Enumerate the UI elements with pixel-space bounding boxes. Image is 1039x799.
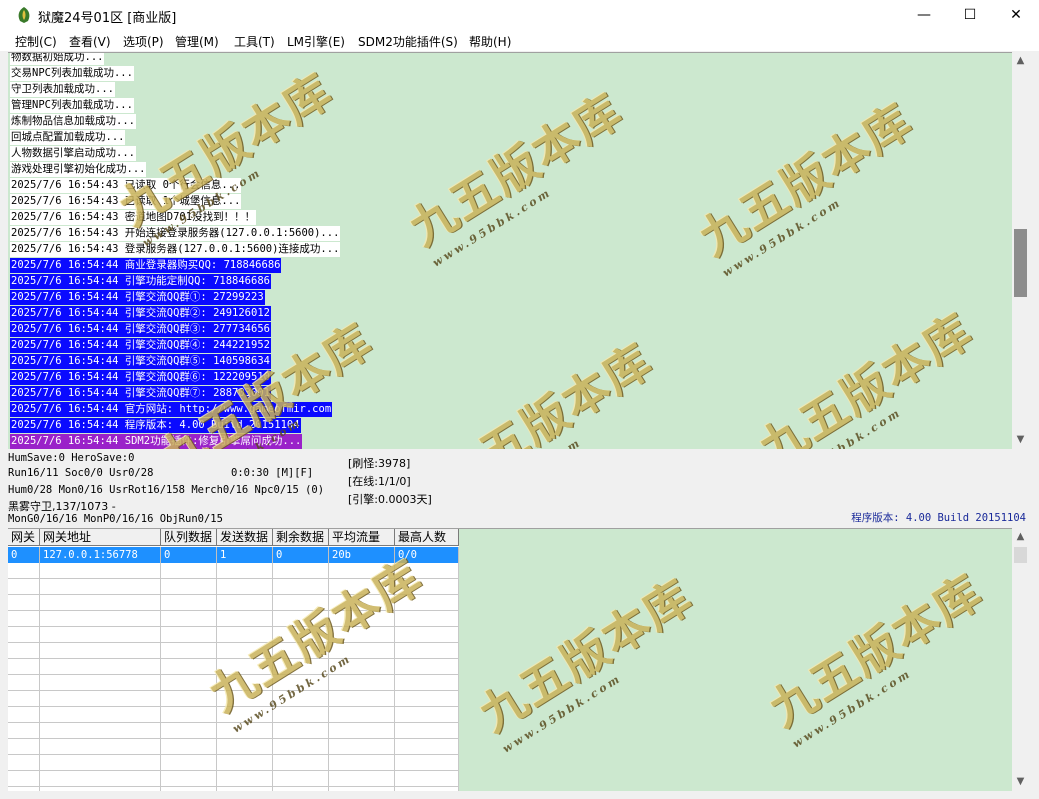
window-title: 狱魔24号01区 [商业版] [38, 11, 177, 26]
scroll-thumb[interactable] [1014, 547, 1027, 563]
engine-status: [引擎:0.0003天] [348, 493, 432, 506]
menu-options[interactable]: 选项(P) [123, 33, 164, 50]
log-line: 守卫列表加载成功... [10, 82, 115, 97]
menu-sdm2-plugin[interactable]: SDM2功能插件(S) [358, 33, 458, 50]
log-panel[interactable]: 物数据初始成功... 交易NPC列表加载成功... 守卫列表加载成功... 管理… [8, 52, 1012, 449]
scroll-up-icon[interactable]: ▲ [1012, 528, 1029, 545]
column-header[interactable]: 平均流量 [329, 529, 395, 546]
log-line: 2025/7/6 16:54:43 登录服务器(127.0.0.1:5600)连… [10, 242, 341, 257]
column-header[interactable]: 网关 [8, 529, 40, 546]
log-line: 2025/7/6 16:54:44 商业登录器购买QQ: 718846686 [10, 258, 282, 273]
menu-help[interactable]: 帮助(H) [469, 33, 511, 50]
table-cell: 0 [8, 547, 40, 563]
program-version: 程序版本: 4.00 Build 20151104 [851, 512, 1026, 524]
watermark: 九五版本库 www.95bbk.com [760, 564, 993, 751]
close-icon: ✕ [1010, 7, 1022, 23]
menu-manage[interactable]: 管理(M) [175, 33, 219, 50]
log-line: 2025/7/6 16:54:44 引擎交流QQ群②: 249126012 [10, 306, 271, 321]
scroll-down-icon[interactable]: ▼ [1012, 773, 1029, 790]
refresh-monster-status: [刷怪:3978] [348, 457, 411, 470]
run-status: Run16/11 Soc0/0 Usr0/28 [8, 467, 154, 479]
log-line: 2025/7/6 16:54:44 引擎交流QQ群③: 277734656 [10, 322, 271, 337]
status-panel: HumSave:0 HeroSave:0 Run16/11 Soc0/0 Usr… [8, 450, 1030, 527]
column-header[interactable]: 队列数据 [161, 529, 217, 546]
scroll-thumb[interactable] [1014, 229, 1027, 297]
log-line: 2025/7/6 16:54:44 引擎交流QQ群①: 27299223 [10, 290, 265, 305]
log-line: 2025/7/6 16:54:44 引擎交流QQ群④: 244221952 [10, 338, 271, 353]
scroll-down-icon[interactable]: ▼ [1012, 431, 1029, 448]
table-cell: 127.0.0.1:56778 [40, 547, 161, 563]
title-bar[interactable]: 狱魔24号01区 [商业版] — ☐ ✕ [0, 0, 1039, 30]
close-button[interactable]: ✕ [993, 0, 1039, 30]
log-line: 2025/7/6 16:54:44 引擎交流QQ群⑤: 140598634 [10, 354, 271, 369]
watermark: 九五版本库 www.95bbk.com [400, 83, 633, 270]
column-divider [39, 563, 40, 791]
log-line: 管理NPC列表加载成功... [10, 98, 134, 113]
log-scrollbar[interactable]: ▲ ▼ [1012, 52, 1029, 448]
table-cell: 0 [273, 547, 329, 563]
maximize-icon: ☐ [963, 7, 977, 23]
column-divider [160, 563, 161, 791]
column-header[interactable]: 最高人数 [395, 529, 459, 546]
mon-status: MonG0/16/16 MonP0/16/16 ObjRun0/15 [8, 513, 223, 525]
save-status: HumSave:0 HeroSave:0 [8, 452, 135, 464]
minimize-icon: — [917, 7, 931, 23]
menu-lm-engine[interactable]: LM引擎(E) [287, 33, 345, 50]
log-line: 交易NPC列表加载成功... [10, 66, 134, 81]
online-status: [在线:1/1/0] [348, 475, 411, 488]
grid-scrollbar[interactable]: ▲ ▼ [1012, 528, 1029, 790]
log-line: 回城点配置加载成功... [10, 130, 126, 145]
column-divider [458, 563, 459, 791]
table-cell: 1 [217, 547, 273, 563]
maximize-button[interactable]: ☐ [947, 0, 993, 30]
minimize-button[interactable]: — [901, 0, 947, 30]
watermark: 九五版本库 www.95bbk.com [470, 569, 703, 756]
log-line: 2025/7/6 16:54:44 引擎功能定制QQ: 718846686 [10, 274, 271, 289]
column-header[interactable]: 发送数据 [217, 529, 273, 546]
gateway-panel: 网关 网关地址 队列数据 发送数据 剩余数据 平均流量 最高人数 0 127.0… [8, 528, 1012, 791]
watermark: 九五版本库 www.95bbk.com [750, 303, 983, 449]
log-line: 炼制物品信息加载成功... [10, 114, 136, 129]
timer-status: 0:0:30 [M][F] [231, 467, 314, 479]
menu-bar: 控制(C) 查看(V) 选项(P) 管理(M) 工具(T) LM引擎(E) SD… [0, 30, 1039, 51]
main-window: 狱魔24号01区 [商业版] — ☐ ✕ 控制(C) 查看(V) 选项(P) 管… [0, 0, 1039, 799]
menu-control[interactable]: 控制(C) [15, 33, 57, 50]
watermark: 九五版本库 www.95bbk.com [430, 333, 663, 449]
app-icon [18, 7, 30, 23]
watermark: 九五版本库 www.95bbk.com [690, 93, 923, 280]
menu-view[interactable]: 查看(V) [69, 33, 111, 50]
column-header[interactable]: 剩余数据 [273, 529, 329, 546]
log-line: 物数据初始成功... [10, 52, 105, 65]
scroll-up-icon[interactable]: ▲ [1012, 52, 1029, 69]
table-cell: 0 [161, 547, 217, 563]
log-line: 人物数据引擎启动成功... [10, 146, 136, 161]
map-status: 黑雾守卫,137/1073 - [8, 500, 116, 513]
menu-tools[interactable]: 工具(T) [234, 33, 275, 50]
hum-status: Hum0/28 Mon0/16 UsrRot16/158 Merch0/16 N… [8, 484, 325, 496]
column-header[interactable]: 网关地址 [40, 529, 161, 546]
